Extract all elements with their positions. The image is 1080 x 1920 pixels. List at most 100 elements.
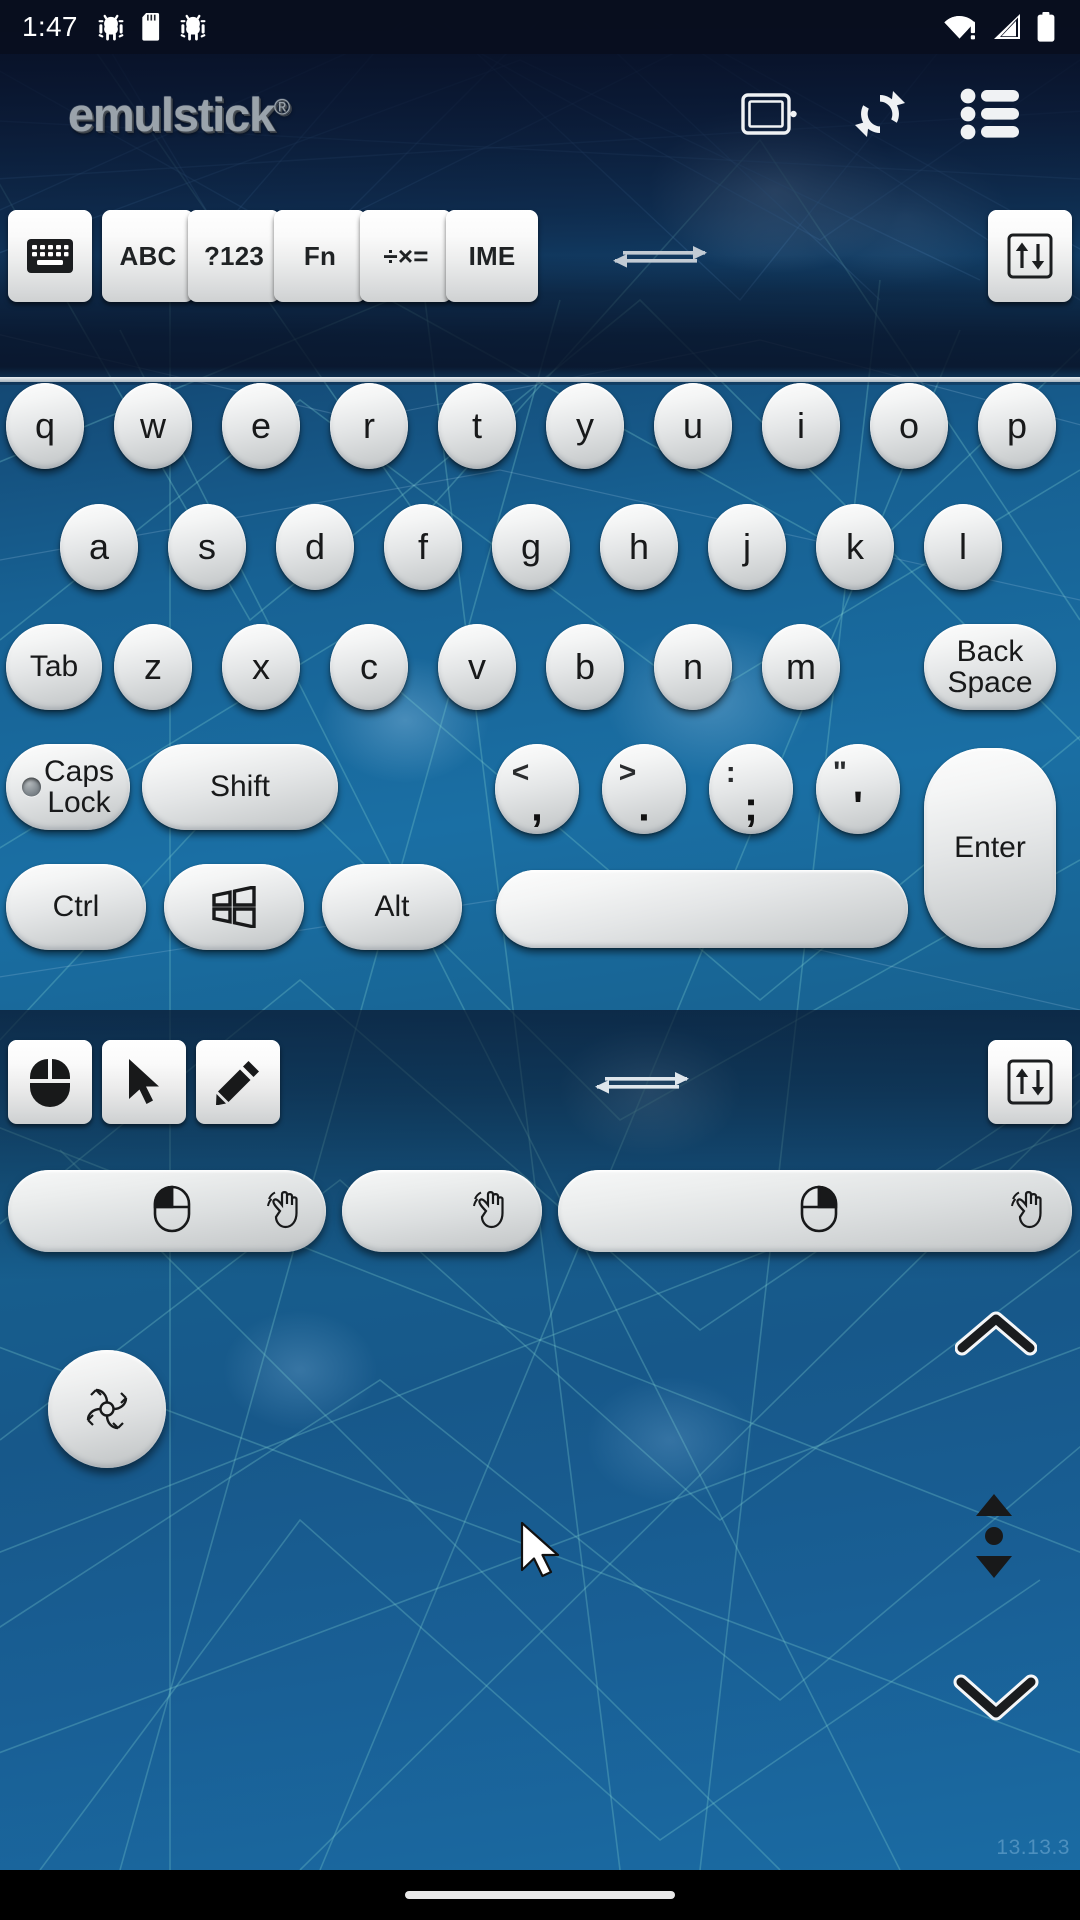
version-watermark: 13.13.3 bbox=[996, 1836, 1070, 1859]
middle-click-button[interactable] bbox=[342, 1170, 542, 1252]
pointer-mode-button[interactable] bbox=[102, 1040, 186, 1124]
sd-card-icon bbox=[142, 13, 159, 41]
up-down-arrows-boxed-icon bbox=[1007, 1059, 1053, 1105]
key-g[interactable]: g bbox=[492, 504, 570, 590]
chevron-up-icon[interactable] bbox=[955, 1310, 1037, 1358]
tap-hand-icon bbox=[472, 1187, 516, 1236]
key-lower-label: ' bbox=[853, 782, 863, 830]
ime-mode-button[interactable]: IME bbox=[446, 210, 538, 302]
left-click-button[interactable] bbox=[8, 1170, 326, 1252]
key-o[interactable]: o bbox=[870, 383, 948, 469]
caps-label-line1: Caps bbox=[43, 754, 115, 788]
key-enter[interactable]: Enter bbox=[924, 748, 1056, 948]
logo-registered-mark: ® bbox=[274, 93, 291, 119]
four-way-move-icon bbox=[86, 1388, 128, 1430]
status-clock: 1:47 bbox=[22, 11, 78, 42]
fn-mode-button[interactable]: Fn bbox=[274, 210, 366, 302]
key-alt[interactable]: Alt bbox=[322, 864, 462, 950]
key-e[interactable]: e bbox=[222, 383, 300, 469]
key-shift[interactable]: Shift bbox=[142, 744, 338, 830]
key-a[interactable]: a bbox=[60, 504, 138, 590]
key-lower-label: ; bbox=[744, 782, 758, 830]
key-n[interactable]: n bbox=[654, 624, 732, 710]
scroll-joystick[interactable] bbox=[48, 1350, 166, 1468]
key-t[interactable]: t bbox=[438, 383, 516, 469]
mouse-cursor-pointer bbox=[520, 1521, 560, 1578]
mode-button-row: ABC ?123 Fn ÷×= IME bbox=[0, 210, 1080, 302]
key-w[interactable]: w bbox=[114, 383, 192, 469]
home-gesture-pill[interactable] bbox=[405, 1891, 675, 1899]
status-left-icons bbox=[98, 13, 206, 41]
key-ctrl[interactable]: Ctrl bbox=[6, 864, 146, 950]
caps-lock-indicator bbox=[22, 777, 41, 797]
mouse-button-bar bbox=[0, 1170, 1080, 1252]
right-click-button[interactable] bbox=[558, 1170, 1072, 1252]
key-i[interactable]: i bbox=[762, 383, 840, 469]
key-lower-label: , bbox=[531, 782, 543, 830]
android-nav-bar bbox=[0, 1870, 1080, 1920]
battery-full-icon bbox=[1037, 12, 1055, 42]
key-f[interactable]: f bbox=[384, 504, 462, 590]
key-q[interactable]: q bbox=[6, 383, 84, 469]
key-backspace[interactable]: Back Space bbox=[924, 624, 1056, 710]
key-l[interactable]: l bbox=[924, 504, 1002, 590]
key-x[interactable]: x bbox=[222, 624, 300, 710]
header-icon-group bbox=[715, 59, 1045, 169]
list-menu-icon[interactable] bbox=[935, 59, 1045, 169]
cursor-arrow-icon bbox=[129, 1059, 159, 1104]
key-u[interactable]: u bbox=[654, 383, 732, 469]
chevron-down-icon[interactable] bbox=[953, 1670, 1039, 1722]
pen-mode-button[interactable] bbox=[196, 1040, 280, 1124]
key-b[interactable]: b bbox=[546, 624, 624, 710]
key-v[interactable]: v bbox=[438, 624, 516, 710]
key-upper-label: > bbox=[618, 755, 637, 789]
windows-logo-icon bbox=[212, 886, 256, 928]
key-j[interactable]: j bbox=[708, 504, 786, 590]
key-period-greaterthan[interactable]: > . bbox=[602, 744, 686, 834]
abc-mode-button[interactable]: ABC bbox=[102, 210, 194, 302]
horizontal-resize-arrows-icon[interactable] bbox=[595, 1070, 689, 1096]
cellular-signal-icon bbox=[994, 14, 1020, 39]
horizontal-resize-arrows-icon[interactable] bbox=[613, 244, 707, 270]
key-r[interactable]: r bbox=[330, 383, 408, 469]
app-logo: emulstick® bbox=[68, 91, 290, 138]
caps-label-line2: Lock bbox=[47, 786, 111, 819]
status-right-icons bbox=[944, 12, 1056, 42]
keyboard-height-toggle[interactable] bbox=[988, 210, 1072, 302]
up-down-arrows-boxed-icon bbox=[1007, 233, 1053, 279]
keyboard-toggle[interactable] bbox=[8, 210, 92, 302]
key-caps-lock[interactable]: Caps Lock bbox=[6, 744, 130, 830]
keyboard-divider bbox=[0, 377, 1080, 382]
key-z[interactable]: z bbox=[114, 624, 192, 710]
key-h[interactable]: h bbox=[600, 504, 678, 590]
key-comma-lessthan[interactable]: < , bbox=[495, 744, 579, 834]
tap-hand-icon bbox=[266, 1187, 310, 1236]
sync-refresh-icon[interactable] bbox=[825, 59, 935, 169]
math-mode-button[interactable]: ÷×= bbox=[360, 210, 452, 302]
backspace-label-line2: Space bbox=[947, 666, 1033, 699]
key-p[interactable]: p bbox=[978, 383, 1056, 469]
scroll-up-down-icon[interactable] bbox=[958, 1490, 1030, 1582]
logo-text: emulstick bbox=[68, 87, 275, 141]
key-upper-label: " bbox=[832, 755, 848, 789]
mouse-height-toggle[interactable] bbox=[988, 1040, 1072, 1124]
key-c[interactable]: c bbox=[330, 624, 408, 710]
key-m[interactable]: m bbox=[762, 624, 840, 710]
mouse-toolbar bbox=[0, 1040, 1080, 1124]
key-k[interactable]: k bbox=[816, 504, 894, 590]
key-s[interactable]: s bbox=[168, 504, 246, 590]
key-upper-label: : bbox=[725, 755, 736, 789]
device-screen-icon[interactable] bbox=[715, 59, 825, 169]
key-quote-doublequote[interactable]: " ' bbox=[816, 744, 900, 834]
key-semicolon-colon[interactable]: : ; bbox=[709, 744, 793, 834]
key-d[interactable]: d bbox=[276, 504, 354, 590]
bug-android-icon bbox=[98, 14, 124, 41]
mouse-mode-button[interactable] bbox=[8, 1040, 92, 1124]
key-upper-label: < bbox=[511, 755, 530, 789]
num-sym-mode-button[interactable]: ?123 bbox=[188, 210, 280, 302]
key-windows[interactable] bbox=[164, 864, 304, 950]
key-space[interactable] bbox=[496, 870, 908, 948]
key-tab[interactable]: Tab bbox=[6, 624, 102, 710]
key-y[interactable]: y bbox=[546, 383, 624, 469]
backspace-label-line1: Back bbox=[956, 634, 1024, 668]
